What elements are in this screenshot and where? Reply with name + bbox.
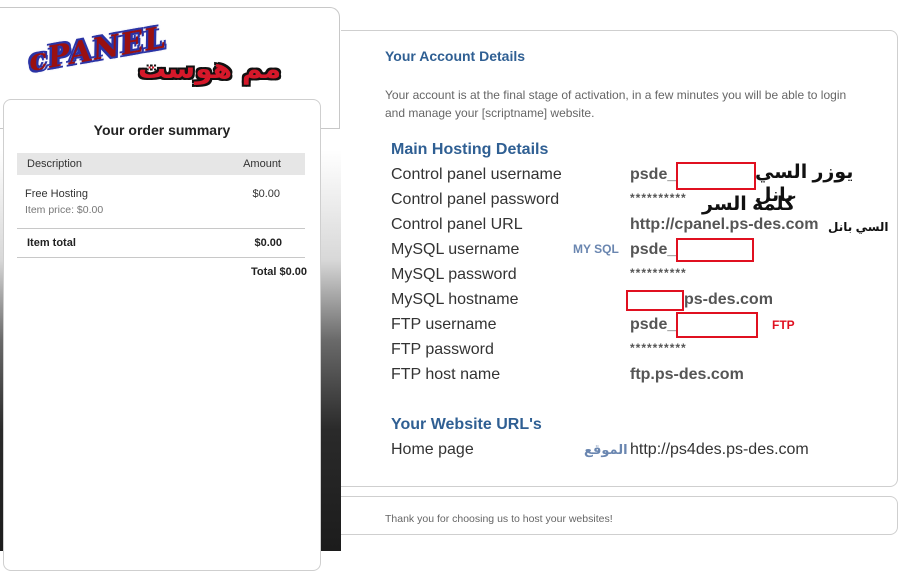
item-total-label: Item total xyxy=(27,237,76,249)
annotation-password: كلمة السر xyxy=(702,194,796,215)
cpanel-password-value: ********** xyxy=(630,191,687,205)
row-label: MySQL password xyxy=(391,266,517,283)
summary-divider xyxy=(17,257,305,258)
account-details-panel: Your Account Details Your account is at … xyxy=(341,30,898,487)
row-label: Control panel URL xyxy=(391,216,523,233)
cpanel-url-value: http://cpanel.ps-des.com xyxy=(630,216,819,233)
logo-arabic-text: مم هوست xyxy=(138,52,282,85)
redaction-box xyxy=(676,312,758,338)
hosting-details-title: Main Hosting Details xyxy=(391,141,549,158)
row-label: MySQL username xyxy=(391,241,520,258)
ftp-username-value: psde_ xyxy=(630,316,677,333)
annotation-mysql: MY SQL xyxy=(573,242,619,256)
summary-divider xyxy=(17,228,305,229)
home-page-url: http://ps4des.ps-des.com xyxy=(630,441,809,458)
row-label: FTP username xyxy=(391,316,497,333)
redaction-box xyxy=(676,238,754,262)
summary-item-amount: $0.00 xyxy=(252,188,280,200)
cpanel-username-value: psde_ xyxy=(630,166,677,183)
mysql-username-value: psde_ xyxy=(630,241,677,258)
header-description: Description xyxy=(27,158,83,170)
footer-thank-you-text: Thank you for choosing us to host your w… xyxy=(385,513,613,525)
footer-panel: Thank you for choosing us to host your w… xyxy=(341,496,898,535)
grand-total: Total $0.00 xyxy=(250,266,307,278)
ftp-hostname-value: ftp.ps-des.com xyxy=(630,366,744,383)
ftp-password-value: ********** xyxy=(630,341,687,355)
row-label: FTP password xyxy=(391,341,494,358)
website-url-title: Your Website URL's xyxy=(391,416,542,433)
annotation-ftp: FTP xyxy=(772,318,795,332)
account-intro-text: Your account is at the final stage of ac… xyxy=(385,88,847,120)
header-amount: Amount xyxy=(243,158,281,170)
annotation-site: الموقع xyxy=(584,442,628,457)
annotation-cpanel: السي بانل xyxy=(828,220,889,234)
redaction-box xyxy=(676,162,756,190)
row-label: MySQL hostname xyxy=(391,291,519,308)
mysql-hostname-value: ps-des.com xyxy=(684,291,773,308)
row-label: Control panel password xyxy=(391,191,560,208)
order-summary-title: Your order summary xyxy=(93,122,231,138)
redaction-box xyxy=(626,290,684,311)
summary-item-name: Free Hosting xyxy=(25,188,88,200)
item-total-value: $0.00 xyxy=(254,237,282,249)
row-label: Control panel username xyxy=(391,166,562,183)
row-label: FTP host name xyxy=(391,366,501,383)
cpanel-logo: cPANEL مم هوست xyxy=(26,20,300,100)
mysql-password-value: ********** xyxy=(630,266,687,280)
summary-item-price-label: Item price: $0.00 xyxy=(25,204,104,216)
account-details-title: Your Account Details xyxy=(385,48,526,64)
order-summary-panel: Your order summary Description Amount Fr… xyxy=(3,99,321,571)
home-page-label: Home page xyxy=(391,441,474,458)
summary-table-header: Description Amount xyxy=(17,153,305,175)
